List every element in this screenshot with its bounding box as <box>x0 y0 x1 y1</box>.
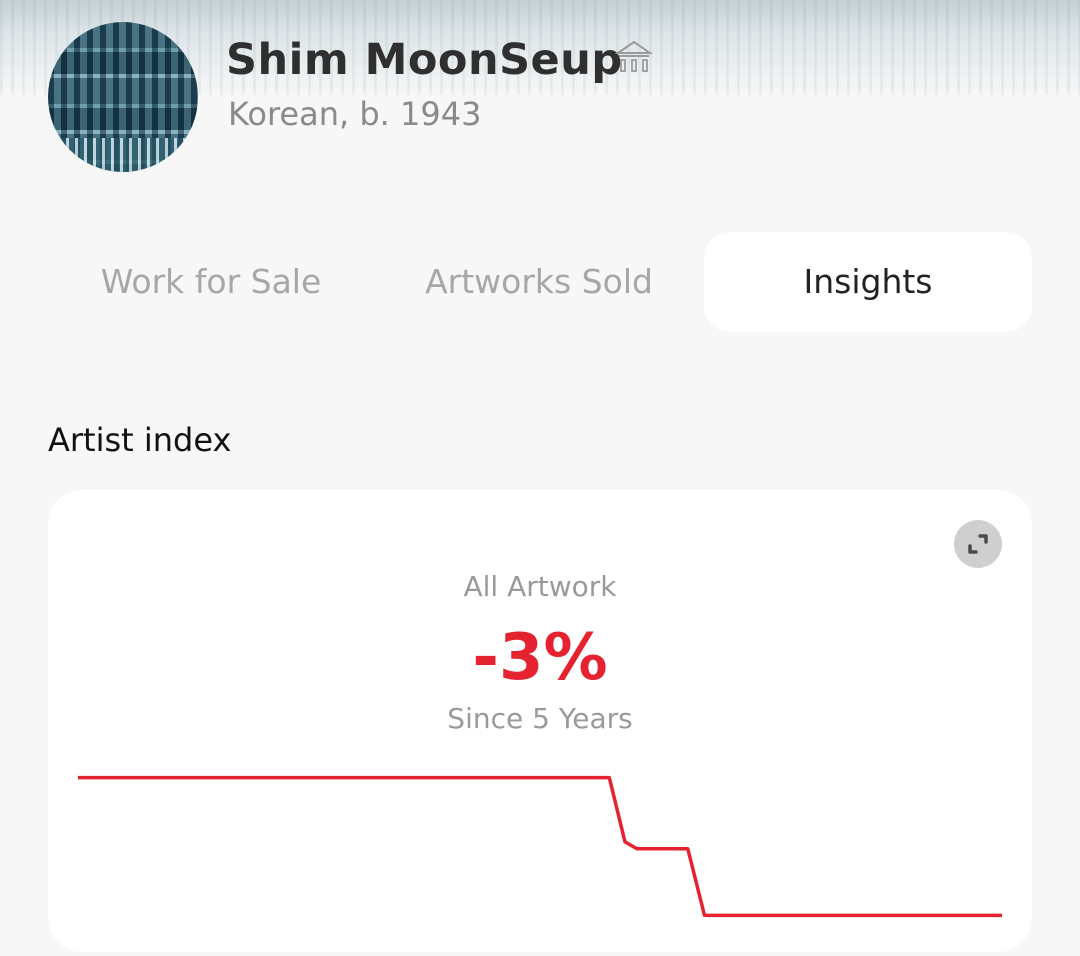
index-line-chart <box>78 775 1002 918</box>
artist-nationality-birth: Korean, b. 1943 <box>228 95 482 133</box>
expand-icon <box>968 534 988 554</box>
artist-avatar[interactable] <box>48 22 198 172</box>
expand-button[interactable] <box>954 520 1002 568</box>
artist-name: Shim MoonSeup <box>226 35 623 85</box>
section-title: Artist index <box>48 421 232 459</box>
index-change-value: -3% <box>472 621 608 695</box>
tab-insights[interactable]: Insights <box>704 232 1032 332</box>
tab-work-for-sale[interactable]: Work for Sale <box>48 232 374 332</box>
museum-icon[interactable] <box>614 38 654 76</box>
index-period: Since 5 Years <box>447 702 633 735</box>
index-category: All Artwork <box>463 570 617 603</box>
index-series-line <box>78 775 1002 918</box>
tab-artworks-sold[interactable]: Artworks Sold <box>376 232 702 332</box>
